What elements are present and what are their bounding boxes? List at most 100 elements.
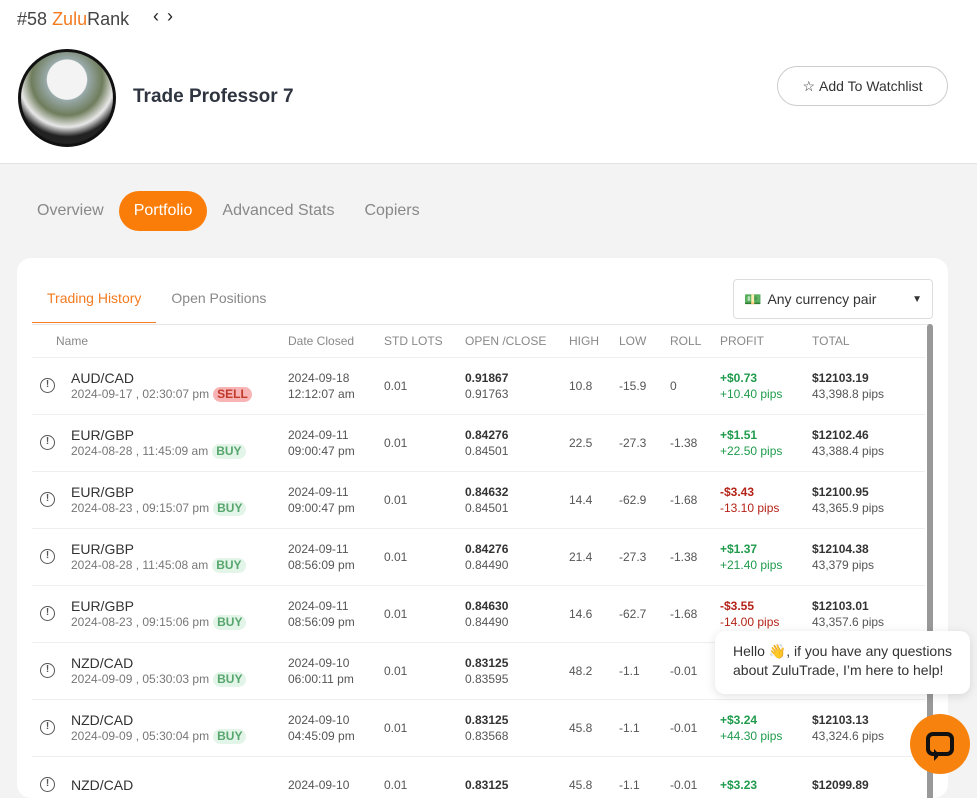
tab-portfolio[interactable]: Portfolio (118, 191, 208, 231)
rank-brand-suffix: Rank (87, 9, 130, 29)
header-low[interactable]: LOW (619, 325, 646, 357)
side-badge: BUY (213, 615, 247, 630)
total-pips: 43,357.6 pips (812, 615, 885, 629)
close-price: 0.84490 (465, 615, 509, 629)
currency-pair-value: Any currency pair (767, 291, 877, 307)
low: -27.3 (619, 550, 647, 564)
total: $12100.95 (812, 485, 869, 499)
roll: 0 (670, 379, 677, 393)
closed-date: 2024-09-11 (288, 599, 349, 613)
add-to-watchlist-button[interactable]: ☆ Add To Watchlist (777, 66, 948, 106)
header-profit[interactable]: PROFIT (720, 325, 764, 357)
info-icon[interactable]: ! (40, 435, 55, 450)
profit-pips: +22.50 pips (720, 444, 783, 458)
opened-datetime: 2024-09-09 , 05:30:03 pm (71, 672, 210, 686)
lots: 0.01 (384, 721, 408, 735)
rank-number: #58 (17, 9, 48, 29)
portfolio-card: Trading History Open Positions 💵 Any curr… (17, 258, 948, 798)
header-open-close[interactable]: OPEN /CLOSE (465, 325, 546, 357)
info-icon[interactable]: ! (40, 663, 55, 678)
roll: -1.68 (670, 493, 698, 507)
header-roll[interactable]: ROLL (670, 325, 701, 357)
low: -1.1 (619, 664, 640, 678)
closed-date: 2024-09-10 (288, 778, 350, 792)
profit: -$3.55 (720, 599, 755, 613)
open-time: 2024-09-09 , 05:30:04 pm BUY (71, 728, 247, 744)
roll: -0.01 (670, 664, 698, 678)
pair-name: EUR/GBP (71, 427, 135, 443)
star-icon: ☆ (802, 77, 816, 94)
zulu-rank: #58 ZuluRank (17, 9, 129, 30)
table-row[interactable]: ! EUR/GBP 2024-08-23 , 09:15:07 pm BUY 202… (32, 472, 925, 529)
total: $12103.13 (812, 713, 869, 727)
avatar (18, 49, 116, 147)
high: 45.8 (569, 778, 593, 792)
info-icon[interactable]: ! (40, 606, 55, 621)
tab-advanced-stats[interactable]: Advanced Stats (207, 191, 349, 231)
tab-trading-history[interactable]: Trading History (32, 280, 157, 323)
portfolio-subtabs: Trading History Open Positions (32, 280, 281, 323)
watchlist-label: Add To Watchlist (819, 78, 923, 94)
info-icon[interactable]: ! (40, 492, 55, 507)
side-badge: BUY (213, 729, 247, 744)
header-high[interactable]: HIGH (569, 325, 599, 357)
closed-time: 12:12:07 am (288, 387, 355, 401)
opened-datetime: 2024-08-28 , 11:45:09 am (71, 444, 209, 458)
profit: +$1.37 (720, 542, 758, 556)
total-pips: 43,324.6 pips (812, 729, 885, 743)
open-time: 2024-09-09 , 05:30:03 pm BUY (71, 671, 247, 687)
lots: 0.01 (384, 607, 408, 621)
side-badge: BUY (212, 558, 246, 573)
opened-datetime: 2024-08-28 , 11:45:08 am (71, 558, 209, 572)
open-price: 0.84276 (465, 428, 509, 442)
prev-icon[interactable]: ‹ (153, 6, 167, 26)
info-icon[interactable]: ! (40, 720, 55, 735)
high: 45.8 (569, 721, 593, 735)
table-row[interactable]: ! NZD/CAD 2024-09-10 0.01 0.83125 45.8 -… (32, 757, 925, 798)
closed-date: 2024-09-10 (288, 713, 350, 727)
open-time: 2024-09-17 , 02:30:07 pm SELL (71, 386, 252, 402)
opened-datetime: 2024-08-23 , 09:15:06 pm (71, 615, 210, 629)
lots: 0.01 (384, 664, 408, 678)
header-total[interactable]: TOTAL (812, 325, 850, 357)
total-pips: 43,388.4 pips (812, 444, 885, 458)
pair-name: NZD/CAD (71, 777, 134, 793)
trading-history-table: Name Date Closed STD LOTS OPEN /CLOSE HIGH LO… (32, 325, 925, 798)
info-icon[interactable]: ! (40, 549, 55, 564)
high: 14.6 (569, 607, 593, 621)
header-std-lots[interactable]: STD LOTS (384, 325, 443, 357)
info-icon[interactable]: ! (40, 378, 55, 393)
high: 21.4 (569, 550, 593, 564)
high: 14.4 (569, 493, 593, 507)
table-row[interactable]: ! EUR/GBP 2024-08-28 , 11:45:09 am BUY 202… (32, 415, 925, 472)
table-header: Name Date Closed STD LOTS OPEN /CLOSE HIGH LO… (32, 325, 925, 358)
closed-date: 2024-09-11 (288, 485, 349, 499)
table-row[interactable]: ! EUR/GBP 2024-08-28 , 11:45:08 am BUY 202… (32, 529, 925, 586)
pair-name: NZD/CAD (71, 712, 134, 728)
currency-pair-select[interactable]: 💵 Any currency pair ▼ (733, 279, 933, 319)
header-name[interactable]: Name (56, 325, 88, 357)
money-icon: 💵 (744, 290, 762, 307)
table-row[interactable]: ! NZD/CAD 2024-09-09 , 05:30:04 pm BUY 202… (32, 700, 925, 757)
roll: -1.38 (670, 436, 698, 450)
open-time: 2024-08-23 , 09:15:07 pm BUY (71, 500, 247, 516)
tab-copiers[interactable]: Copiers (349, 191, 434, 231)
tab-overview[interactable]: Overview (22, 191, 119, 231)
open-price: 0.83125 (465, 656, 509, 670)
header-date-closed[interactable]: Date Closed (288, 325, 354, 357)
roll: -1.38 (670, 550, 698, 564)
chat-icon (926, 732, 954, 761)
info-icon[interactable]: ! (40, 777, 55, 792)
tab-open-positions[interactable]: Open Positions (156, 280, 281, 323)
side-badge: BUY (213, 501, 247, 516)
low: -1.1 (619, 778, 640, 792)
profit: +$1.51 (720, 428, 758, 442)
total: $12104.38 (812, 542, 869, 556)
low: -1.1 (619, 721, 640, 735)
open-price: 0.91867 (465, 371, 509, 385)
roll: -0.01 (670, 721, 698, 735)
next-icon[interactable]: › (167, 6, 181, 26)
chat-button[interactable] (910, 714, 970, 774)
table-row[interactable]: ! AUD/CAD 2024-09-17 , 02:30:07 pm SELL 20… (32, 358, 925, 415)
total-pips: 43,379 pips (812, 558, 875, 572)
